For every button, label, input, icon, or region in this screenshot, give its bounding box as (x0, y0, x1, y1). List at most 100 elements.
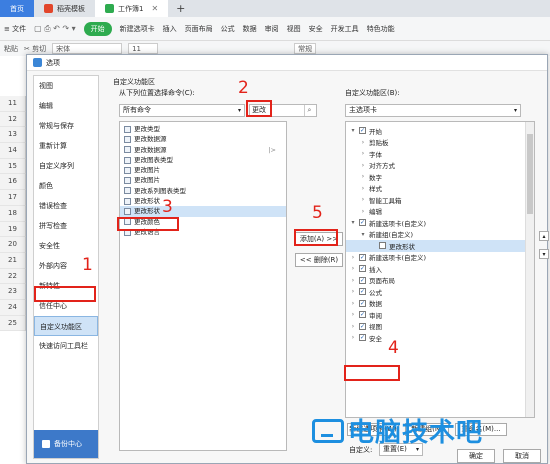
tab-start[interactable]: 开始 (83, 21, 112, 36)
checkbox[interactable]: ✓ (359, 288, 366, 296)
chevron-right-icon[interactable]: › (360, 208, 366, 215)
tab-data[interactable]: 数据 (243, 24, 257, 34)
checkbox[interactable]: ✓ (359, 299, 366, 307)
chevron-right-icon[interactable]: › (350, 288, 356, 295)
move-down-icon[interactable]: ▾ (539, 249, 549, 259)
checkbox[interactable]: ✓ (359, 253, 366, 261)
command-item[interactable]: 更改数据源 |> (120, 145, 286, 155)
move-up-icon[interactable]: ▴ (539, 231, 549, 241)
nav-item[interactable]: 重新计算 (34, 136, 98, 156)
chevron-right-icon[interactable]: › (360, 150, 366, 157)
new-tab-button[interactable]: + (168, 0, 193, 17)
row-header[interactable]: 11 (0, 96, 26, 112)
ribbon-tree-node[interactable]: › 编辑 (346, 206, 534, 218)
ribbon-tree-node[interactable]: › 字体 (346, 148, 534, 160)
row-header[interactable]: 21 (0, 252, 26, 269)
backup-center-button[interactable]: 备份中心 (34, 430, 98, 458)
ribbon-tree-node[interactable]: › ✓ 视图 (346, 321, 534, 333)
checkbox[interactable]: ✓ (359, 334, 366, 342)
file-menu[interactable]: ≡ 文件 (4, 24, 26, 34)
nav-item[interactable]: 颜色 (34, 176, 98, 196)
scroll-thumb[interactable] (527, 134, 533, 214)
row-header[interactable]: 19 (0, 221, 26, 238)
checkbox[interactable]: ✓ (359, 127, 366, 135)
nav-item[interactable]: 快速访问工具栏 (34, 336, 98, 356)
tree-scrollbar[interactable] (525, 122, 534, 417)
ribbon-tree-node[interactable]: › 样式 (346, 183, 534, 195)
chevron-right-icon[interactable]: › (360, 196, 366, 203)
ribbon-tree-node[interactable]: › 对齐方式 (346, 160, 534, 172)
ribbon-tree-node[interactable]: 更改形状 (346, 240, 534, 252)
row-header[interactable]: 22 (0, 268, 26, 285)
chevron-right-icon[interactable]: › (360, 173, 366, 180)
chevron-right-icon[interactable]: › (360, 185, 366, 192)
font-select[interactable]: 宋体 (52, 43, 123, 54)
chevron-right-icon[interactable]: › (350, 300, 356, 307)
row-header[interactable]: 13 (0, 127, 26, 144)
choose-from-select[interactable]: 所有命令 ▾ (119, 104, 245, 117)
font-size-select[interactable]: 11 (128, 43, 159, 54)
nav-item[interactable]: 常规与保存 (34, 116, 98, 136)
row-header[interactable]: 17 (0, 190, 26, 206)
search-icon[interactable]: ⌕ (304, 105, 314, 116)
tab-page-layout[interactable]: 页面布局 (185, 24, 213, 34)
quick-access-icons[interactable]: ▢ ⎙ ↶ ↷ ▾ (34, 24, 76, 34)
checkbox[interactable]: ✓ (359, 219, 366, 227)
tab-home[interactable]: 首页 (0, 0, 34, 17)
ribbon-tree-node[interactable]: › ✓ 页面布局 (346, 275, 534, 287)
command-item[interactable]: 更改图片 (120, 175, 286, 185)
tab-developer[interactable]: 开发工具 (331, 24, 359, 34)
ribbon-tree-node[interactable]: › ✓ 公式 (346, 286, 534, 298)
tab-docer-template[interactable]: 稻壳模板 (34, 0, 95, 17)
tab-view[interactable]: 视图 (287, 24, 301, 34)
ribbon-tree-node[interactable]: › ✓ 数据 (346, 298, 534, 310)
tab-workbook[interactable]: 工作簿1 ✕ (95, 0, 169, 17)
chevron-down-icon[interactable]: ▾ (360, 231, 366, 238)
nav-item[interactable]: 错误检查 (34, 196, 98, 216)
chevron-down-icon[interactable]: ▾ (350, 219, 356, 226)
number-format-select[interactable]: 常规 (294, 43, 317, 54)
row-header[interactable]: 16 (0, 174, 26, 191)
paste-label[interactable]: 粘贴 (4, 44, 18, 54)
row-header[interactable]: 25 (0, 315, 26, 332)
row-header[interactable]: 12 (0, 111, 26, 128)
ribbon-tree-node[interactable]: ▾ ✓ 开始 (346, 125, 534, 137)
tab-insert[interactable]: 插入 (163, 24, 177, 34)
remove-button[interactable]: << 删除(R) (295, 253, 343, 267)
chevron-right-icon[interactable]: › (350, 323, 356, 330)
command-item[interactable]: 更改形状 (120, 206, 286, 217)
tab-review[interactable]: 审阅 (265, 24, 279, 34)
chevron-down-icon[interactable]: ▾ (350, 127, 356, 134)
chevron-right-icon[interactable]: › (360, 162, 366, 169)
command-list[interactable]: 更改类型 更改数据源 更改数据源 |> 更改图表类型 更改图片 更改图片 更改系列图表类型 更改… (119, 121, 287, 451)
nav-item[interactable]: 拼写检查 (34, 216, 98, 236)
cancel-button[interactable]: 取消 (503, 449, 541, 463)
ribbon-tree-node[interactable]: › 智能工具箱 (346, 194, 534, 206)
command-item[interactable]: 更改数据源 (120, 134, 286, 144)
row-header[interactable]: 24 (0, 299, 26, 316)
ok-button[interactable]: 确定 (457, 449, 495, 463)
ribbon-select[interactable]: 主选项卡 ▾ (345, 104, 521, 117)
checkbox[interactable]: ✓ (359, 322, 366, 330)
nav-item[interactable]: 自定义序列 (34, 156, 98, 176)
command-item[interactable]: 更改图片 (120, 165, 286, 175)
row-header[interactable]: 15 (0, 158, 26, 175)
command-item[interactable]: 更改类型 (120, 124, 286, 134)
tab-formula[interactable]: 公式 (221, 24, 235, 34)
chevron-right-icon[interactable]: › (350, 311, 356, 318)
command-item[interactable]: 更改图表类型 (120, 155, 286, 165)
checkbox[interactable]: ✓ (359, 265, 366, 273)
close-icon[interactable]: ✕ (151, 4, 158, 13)
checkbox[interactable]: ✓ (359, 311, 366, 319)
nav-item[interactable]: 视图 (34, 76, 98, 96)
nav-item[interactable]: 自定义功能区 (34, 316, 98, 336)
command-item[interactable]: 更改系列图表类型 (120, 186, 286, 196)
row-header[interactable]: 18 (0, 205, 26, 222)
row-header[interactable]: 23 (0, 284, 26, 300)
ribbon-tree-node[interactable]: › ✓ 安全 (346, 332, 534, 344)
row-header[interactable]: 14 (0, 143, 26, 159)
chevron-right-icon[interactable]: › (350, 265, 356, 272)
chevron-right-icon[interactable]: › (350, 334, 356, 341)
tab-security[interactable]: 安全 (309, 24, 323, 34)
ribbon-tree-node[interactable]: › 数字 (346, 171, 534, 183)
